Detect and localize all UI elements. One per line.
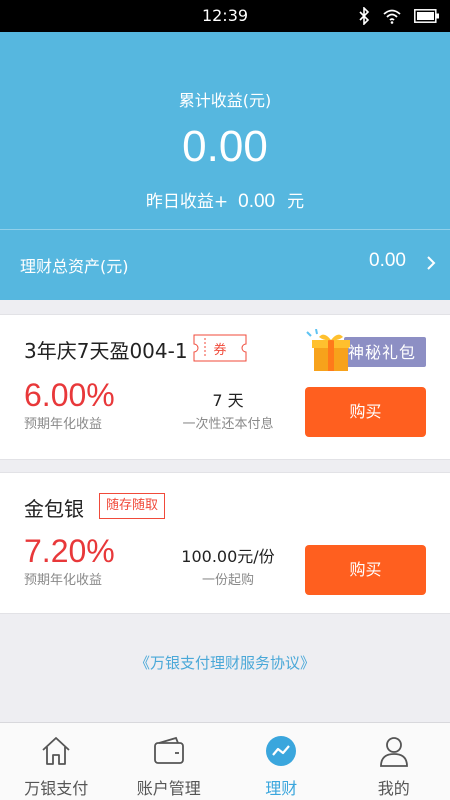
status-icons [358, 7, 440, 25]
expected-rate-label: 预期年化收益 [24, 417, 103, 432]
yesterday-earnings-unit: 元 [287, 192, 305, 212]
trend-icon [266, 736, 297, 766]
tab-label: 万银支付 [24, 779, 89, 798]
yesterday-earnings-value: 0.00 [238, 191, 276, 212]
expected-rate-label: 预期年化收益 [24, 573, 103, 588]
coupon-label: 券 [213, 343, 227, 358]
tab-wanyin-pay[interactable]: 万银支付 [0, 723, 113, 800]
total-assets-row[interactable]: 理财总资产(元) 0.00 [0, 230, 450, 300]
wallet-icon [153, 736, 184, 764]
tab-account-management[interactable]: 账户管理 [113, 723, 226, 800]
tab-wealth[interactable]: 理财 [225, 723, 338, 800]
cumulative-earnings-label: 累计收益(元) [178, 91, 272, 110]
product-min-purchase: 一份起购 [201, 573, 254, 588]
service-agreement-link[interactable]: 《万银支付理财服务协议》 [0, 652, 450, 673]
product-name: 3年庆7天盈004-1 [24, 339, 188, 363]
coupon-badge: 券 [193, 334, 247, 362]
earnings-summary: 累计收益(元) 0.00 昨日收益+ 0.00 元 理财总资产(元) 0.00 [0, 32, 450, 300]
product-tag: 随存随取 [99, 493, 166, 519]
yesterday-earnings: 昨日收益+ 0.00 元 [0, 187, 450, 213]
bottom-tab-bar: 万银支付 账户管理 理财 我的 [0, 722, 450, 800]
tab-mine[interactable]: 我的 [338, 723, 450, 800]
battery-icon [414, 9, 439, 23]
product-card[interactable]: 金包银 随存随取 7.20% 预期年化收益 100.00元/份 一份起购 购买 [0, 472, 450, 614]
tab-label: 理财 [265, 779, 298, 798]
yesterday-earnings-label: 昨日收益+ [145, 192, 229, 212]
status-bar: 12:39 [0, 0, 450, 32]
gift-label: 神秘礼包 [348, 343, 417, 362]
product-term: 7 天 [212, 391, 244, 410]
bluetooth-icon [359, 7, 370, 25]
chevron-right-icon [427, 256, 436, 270]
home-icon [42, 737, 70, 765]
total-assets-value: 0.00 [369, 250, 406, 271]
product-card[interactable]: 3年庆7天盈004-1 券 神秘礼包 6.00% 预期年化收益 7 天 一次性还… [0, 314, 450, 460]
product-price: 100.00元/份 [181, 547, 275, 566]
expected-rate: 6.00% [24, 377, 115, 413]
expected-rate: 7.20% [24, 533, 115, 569]
total-assets-label: 理财总资产(元) [20, 257, 129, 276]
buy-button[interactable]: 购买 [305, 545, 426, 595]
buy-button[interactable]: 购买 [305, 387, 426, 437]
user-icon [379, 737, 408, 767]
product-name: 金包银 [24, 497, 84, 521]
tab-label: 账户管理 [136, 779, 201, 798]
tab-label: 我的 [377, 779, 410, 798]
cumulative-earnings-value: 0.00 [182, 122, 268, 171]
product-term-sub: 一次性还本付息 [182, 417, 274, 432]
mystery-gift-badge[interactable]: 神秘礼包 [304, 329, 426, 373]
wifi-icon [383, 9, 401, 24]
